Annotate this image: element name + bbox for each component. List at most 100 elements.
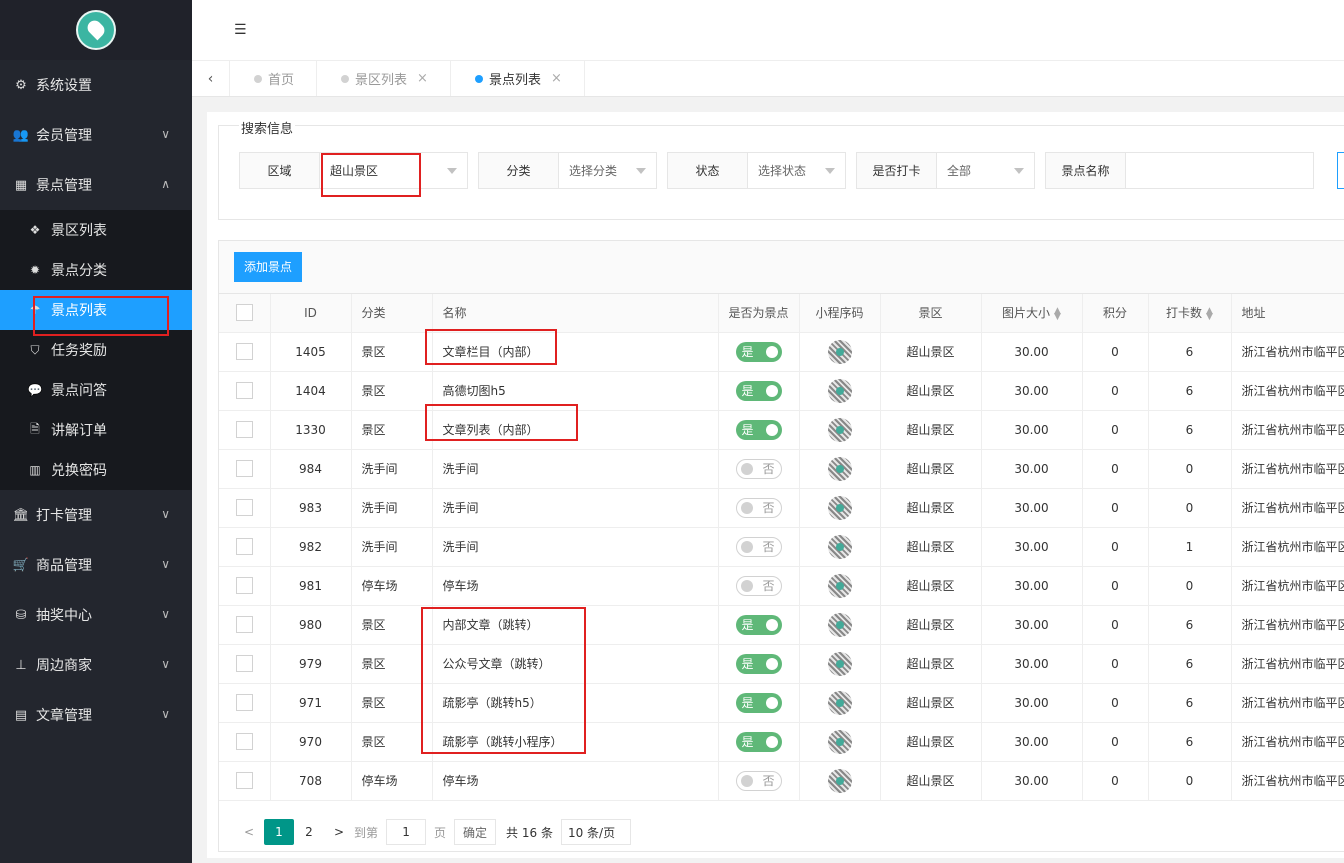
menu-product-management[interactable]: 🛒 商品管理 ∨ bbox=[0, 540, 192, 590]
qr-code-icon[interactable] bbox=[827, 456, 852, 481]
page-1-button[interactable]: 1 bbox=[264, 819, 294, 845]
qr-code-icon[interactable] bbox=[827, 573, 852, 598]
sidebar-item-spot-list[interactable]: ☂ 景点列表 bbox=[0, 290, 192, 330]
grid-icon: ▦ bbox=[14, 177, 28, 193]
tab-home[interactable]: 首页 bbox=[230, 61, 318, 96]
menu-member-management[interactable]: 👥 会员管理 ∨ bbox=[0, 110, 192, 160]
sidebar-item-guide-orders[interactable]: 🗎 讲解订单 bbox=[0, 410, 192, 450]
row-checkbox[interactable] bbox=[235, 343, 253, 360]
table-row[interactable]: 981 停车场 停车场否超山景区 30.00 0 0 浙江省杭州市临平区 bbox=[219, 566, 1344, 606]
row-checkbox[interactable] bbox=[235, 499, 253, 516]
qr-code-icon[interactable] bbox=[827, 495, 852, 520]
cell-qr bbox=[799, 332, 881, 372]
row-checkbox[interactable] bbox=[235, 655, 253, 672]
table-row[interactable]: 979 景区 公众号文章（跳转） 是 超山景区 30.00 0 6 浙江省杭州市临平区 bbox=[219, 644, 1344, 684]
menu-spot-management[interactable]: ▦ 景点管理 ∧ bbox=[0, 160, 192, 210]
is-spot-toggle[interactable]: 否 bbox=[735, 497, 782, 518]
qr-code-icon[interactable] bbox=[827, 612, 852, 637]
is-spot-toggle[interactable]: 是 bbox=[735, 653, 782, 674]
menu-nearby-merchants[interactable]: ⊥ 周边商家 ∨ bbox=[0, 640, 192, 690]
search-legend: 搜索信息 bbox=[239, 118, 296, 137]
cell-address: 浙江省杭州市临平区 bbox=[1231, 566, 1344, 606]
is-spot-toggle[interactable]: 是 bbox=[735, 692, 782, 713]
sidebar-item-scenic-area-list[interactable]: ❖ 景区列表 bbox=[0, 210, 192, 250]
select-all-checkbox[interactable] bbox=[235, 304, 253, 322]
table-header-row: ID 分类 名称 是否为景点 小程序码 景区 图片大小 ▲ ▼ 积分 打卡数 ▲ ▼ 地… bbox=[219, 294, 1344, 333]
menu-fold-icon[interactable]: ☰ bbox=[234, 22, 247, 38]
col-checkins[interactable]: 打卡数 ▲ ▼ bbox=[1148, 294, 1232, 333]
row-select-cell bbox=[219, 761, 271, 801]
row-checkbox[interactable] bbox=[235, 421, 253, 438]
qr-code-icon[interactable] bbox=[827, 378, 852, 403]
row-checkbox[interactable] bbox=[235, 382, 253, 399]
is-spot-toggle[interactable]: 否 bbox=[735, 458, 782, 479]
status-select[interactable]: 选择状态 bbox=[748, 153, 845, 188]
goto-page-input[interactable]: 1 bbox=[386, 819, 427, 845]
tabs-left-arrow-icon[interactable]: ‹ bbox=[192, 61, 230, 96]
area-select[interactable]: 超山景区 bbox=[320, 153, 467, 188]
sort-icon[interactable]: ▲ ▼ bbox=[1054, 306, 1061, 321]
qr-code-icon[interactable] bbox=[827, 339, 852, 364]
sidebar-item-spot-category[interactable]: ✹ 景点分类 bbox=[0, 250, 192, 290]
is-spot-toggle[interactable]: 是 bbox=[735, 341, 782, 362]
is-spot-toggle[interactable]: 是 bbox=[735, 380, 782, 401]
cart-icon: 🛒 bbox=[12, 557, 30, 573]
table-row[interactable]: 1330 景区 文章列表（内部） 是 超山景区 30.00 0 6 浙江省杭州市临平区 bbox=[219, 410, 1344, 450]
table-row[interactable]: 984 洗手间 洗手间否超山景区 30.00 0 0 浙江省杭州市临平区 bbox=[219, 449, 1344, 489]
qr-code-icon[interactable] bbox=[827, 768, 852, 793]
cell-is-spot: 否 bbox=[718, 761, 800, 801]
next-page-button[interactable]: > bbox=[324, 819, 354, 845]
row-checkbox[interactable] bbox=[235, 616, 253, 633]
table-row[interactable]: 1405 景区 文章栏目（内部） 是 超山景区 30.00 0 6 浙江省杭州市临平区 bbox=[219, 332, 1344, 372]
sidebar-item-task-reward[interactable]: ⛉ 任务奖励 bbox=[0, 330, 192, 370]
tab-spot-list[interactable]: 景点列表 × bbox=[451, 61, 585, 96]
row-checkbox[interactable] bbox=[235, 538, 253, 555]
row-checkbox[interactable] bbox=[235, 577, 253, 594]
tab-scenic-area-list[interactable]: 景区列表 × bbox=[317, 61, 451, 96]
menu-article-management[interactable]: ▤ 文章管理 ∨ bbox=[0, 690, 192, 740]
menu-lottery-center[interactable]: ⛁ 抽奖中心 ∨ bbox=[0, 590, 192, 640]
prev-page-button[interactable]: < bbox=[234, 819, 264, 845]
row-checkbox[interactable] bbox=[235, 694, 253, 711]
table-panel: 添加景点 ID 分类 名称 是否为景点 小程序码 景区 图片大小▲▼ 积分 bbox=[218, 240, 1344, 852]
per-page-select[interactable]: 10 条/页 bbox=[560, 819, 631, 845]
is-spot-toggle[interactable]: 否 bbox=[735, 770, 782, 791]
is-spot-toggle[interactable]: 否 bbox=[735, 536, 782, 557]
spot-name-input[interactable] bbox=[1126, 153, 1313, 188]
sidebar-item-spot-qa[interactable]: 💬 景点问答 bbox=[0, 370, 192, 410]
table-row[interactable]: 970 景区 疏影亭（跳转小程序） 是 超山景区 30.00 0 6 浙江省杭州市临平区 bbox=[219, 722, 1344, 762]
row-checkbox[interactable] bbox=[235, 733, 253, 750]
qr-code-icon[interactable] bbox=[827, 729, 852, 754]
submenu-spot-management: ❖ 景区列表 ✹ 景点分类 ☂ 景点列表 ⛉ 任务奖励 💬 景点问答 🗎 讲解订… bbox=[0, 210, 192, 490]
table-row[interactable]: 708 停车场 停车场否超山景区 30.00 0 0 浙江省杭州市临平区 bbox=[219, 761, 1344, 801]
qr-code-icon[interactable] bbox=[827, 651, 852, 676]
is-spot-toggle[interactable]: 是 bbox=[735, 419, 782, 440]
confirm-page-button[interactable]: 确定 bbox=[454, 819, 497, 845]
sidebar-item-redeem-code[interactable]: ▥ 兑换密码 bbox=[0, 450, 192, 490]
is-spot-toggle[interactable]: 是 bbox=[735, 731, 782, 752]
table-row[interactable]: 980 景区 内部文章（跳转） 是 超山景区 30.00 0 6 浙江省杭州市临平区 bbox=[219, 605, 1344, 645]
menu-system-settings[interactable]: ⚙ 系统设置 bbox=[0, 60, 192, 110]
row-checkbox[interactable] bbox=[235, 460, 253, 477]
menu-checkin-management[interactable]: 🏛 打卡管理 ∨ bbox=[0, 490, 192, 540]
row-checkbox[interactable] bbox=[235, 772, 253, 789]
search-button-edge[interactable] bbox=[1337, 152, 1344, 189]
qr-code-icon[interactable] bbox=[827, 690, 852, 715]
close-icon[interactable]: × bbox=[417, 71, 428, 86]
checkin-select[interactable]: 全部 bbox=[937, 153, 1034, 188]
category-select[interactable]: 选择分类 bbox=[559, 153, 656, 188]
qr-code-icon[interactable] bbox=[827, 417, 852, 442]
col-image-size[interactable]: 图片大小 ▲ ▼ bbox=[981, 294, 1083, 333]
qr-code-icon[interactable] bbox=[827, 534, 852, 559]
table-row[interactable]: 1404 景区 高德切图h5 是 超山景区 30.00 0 6 浙江省杭州市临平区 bbox=[219, 371, 1344, 411]
table-row[interactable]: 971 景区 疏影亭（跳转h5） 是 超山景区 30.00 0 6 浙江省杭州市临平区 bbox=[219, 683, 1344, 723]
is-spot-toggle[interactable]: 是 bbox=[735, 614, 782, 635]
is-spot-toggle[interactable]: 否 bbox=[735, 575, 782, 596]
add-spot-button[interactable]: 添加景点 bbox=[234, 252, 303, 282]
cell-qr bbox=[799, 761, 881, 801]
close-icon[interactable]: × bbox=[551, 71, 562, 86]
page-2-button[interactable]: 2 bbox=[294, 819, 324, 845]
table-row[interactable]: 982 洗手间 洗手间否超山景区 30.00 0 1 浙江省杭州市临平区 bbox=[219, 527, 1344, 567]
sort-icon[interactable]: ▲ ▼ bbox=[1206, 306, 1213, 321]
table-row[interactable]: 983 洗手间 洗手间否超山景区 30.00 0 0 浙江省杭州市临平区 bbox=[219, 488, 1344, 528]
